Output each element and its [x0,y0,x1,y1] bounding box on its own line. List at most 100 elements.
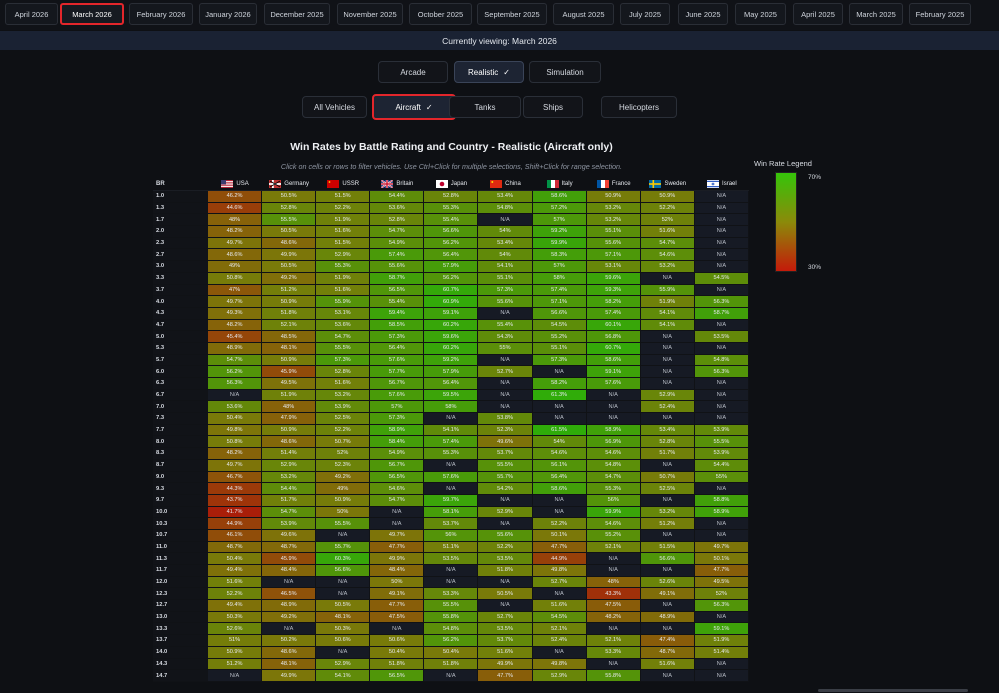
win-rate-cell[interactable]: 49.6% [262,529,317,542]
win-rate-cell[interactable]: 56.2% [208,366,263,378]
win-rate-cell[interactable]: N/A [208,670,263,682]
win-rate-cell[interactable]: 47.7% [694,565,749,577]
win-rate-cell[interactable]: N/A [478,378,533,390]
br-label[interactable]: 2.3 [153,237,208,250]
win-rate-cell[interactable]: 50.5% [262,226,317,238]
win-rate-cell[interactable]: N/A [640,600,695,612]
win-rate-cell[interactable]: N/A [694,529,749,542]
win-rate-cell[interactable]: 53.7% [478,448,533,460]
br-label[interactable]: 4.0 [153,296,208,308]
win-rate-cell[interactable]: 49.7% [694,541,749,554]
month-button-february-2026[interactable]: February 2026 [129,3,193,25]
win-rate-cell[interactable]: 50.9% [640,191,695,203]
win-rate-cell[interactable]: 53.9% [262,518,317,530]
win-rate-cell[interactable]: 44.9% [208,518,263,530]
win-rate-cell[interactable]: 55% [694,471,749,484]
win-rate-cell[interactable]: 56.6% [532,307,587,320]
win-rate-cell[interactable]: 51.9% [640,296,695,308]
win-rate-cell[interactable]: 59.4% [370,307,425,320]
win-rate-cell[interactable]: 44.6% [208,202,263,215]
win-rate-cell[interactable]: 54.1% [316,670,371,682]
win-rate-cell[interactable]: 54.4% [694,459,749,472]
win-rate-cell[interactable]: 54% [532,436,587,449]
br-label[interactable]: 5.7 [153,354,208,367]
win-rate-cell[interactable]: N/A [424,413,479,425]
win-rate-cell[interactable]: 57.9% [424,366,479,378]
br-label[interactable]: 13.7 [153,635,208,647]
br-label[interactable]: 12.0 [153,576,208,589]
win-rate-cell[interactable]: 52.8% [262,202,317,215]
win-rate-cell[interactable]: 49.1% [370,588,425,601]
br-label[interactable]: 5.0 [153,331,208,343]
win-rate-cell[interactable]: 47.5% [370,611,425,624]
win-rate-cell[interactable]: N/A [694,483,749,495]
br-label[interactable]: 3.0 [153,261,208,273]
win-rate-cell[interactable]: 49.7% [370,529,425,542]
win-rate-cell[interactable]: 58.2% [586,296,641,308]
win-rate-cell[interactable]: 52.9% [640,389,695,402]
win-rate-cell[interactable]: 59.6% [586,272,641,285]
win-rate-cell[interactable]: 53.4% [478,191,533,203]
win-rate-cell[interactable]: 51.1% [424,541,479,554]
table-row[interactable]: 14.3 51.2% 48.1% 52.9% 51.8% 51.8% 49.9% 49.8% N… [153,658,749,671]
win-rate-cell[interactable]: 48.1% [262,658,317,671]
win-rate-cell[interactable]: 48.1% [262,342,317,355]
win-rate-cell[interactable]: 59.7% [424,494,479,507]
win-rate-cell[interactable]: 55.3% [586,483,641,495]
win-rate-cell[interactable]: 56.3% [208,378,263,390]
win-rate-cell[interactable]: 54.5% [694,272,749,285]
win-rate-cell[interactable]: 49.8% [532,658,587,671]
win-rate-cell[interactable]: 52.7% [478,611,533,624]
win-rate-cell[interactable]: 48.9% [208,342,263,355]
table-row[interactable]: 2.7 48.6% 49.9% 52.9% 57.4% 56.4% 54% 58.3% 57.1… [153,249,749,262]
win-rate-cell[interactable]: N/A [532,506,587,519]
win-rate-cell[interactable]: 55.7% [478,471,533,484]
win-rate-cell[interactable]: N/A [370,518,425,530]
win-rate-cell[interactable]: N/A [586,658,641,671]
win-rate-cell[interactable]: N/A [694,191,749,203]
win-rate-cell[interactable]: 56.2% [424,635,479,647]
win-rate-cell[interactable]: 48.5% [262,331,317,343]
win-rate-cell[interactable]: 51% [208,635,263,647]
table-row[interactable]: 2.0 48.2% 50.5% 51.6% 54.7% 56.6% 54% 59.2% 55.1… [153,226,749,238]
win-rate-cell[interactable]: N/A [586,553,641,565]
win-rate-cell[interactable]: N/A [478,307,533,320]
table-row[interactable]: 11.3 50.4% 45.9% 60.3% 49.9% 53.5% 53.5% 44.9% N… [153,553,749,565]
table-row[interactable]: 12.7 49.4% 48.9% 50.5% 47.7% 55.5% N/A 51.6% 47.… [153,600,749,612]
br-label[interactable]: 11.0 [153,541,208,554]
br-label[interactable]: 5.3 [153,342,208,355]
win-rate-cell[interactable]: 58.6% [532,191,587,203]
win-rate-cell[interactable]: N/A [640,529,695,542]
win-rate-cell[interactable]: 51.2% [208,658,263,671]
win-rate-cell[interactable]: 54.4% [262,483,317,495]
win-rate-cell[interactable]: N/A [532,366,587,378]
win-rate-cell[interactable]: 50.4% [208,413,263,425]
win-rate-cell[interactable]: 57.3% [532,354,587,367]
win-rate-cell[interactable]: 55.6% [478,296,533,308]
win-rate-cell[interactable]: 48.6% [208,249,263,262]
br-label[interactable]: 13.0 [153,611,208,624]
win-rate-cell[interactable]: 58% [532,272,587,285]
horizontal-scrollbar[interactable] [818,689,968,692]
win-rate-cell[interactable]: 52.7% [478,366,533,378]
win-rate-cell[interactable]: 51.6% [208,576,263,589]
win-rate-cell[interactable]: 50.9% [208,646,263,659]
win-rate-cell[interactable]: 56.7% [370,378,425,390]
win-rate-cell[interactable]: 55.9% [640,284,695,297]
win-rate-cell[interactable]: 50.9% [262,354,317,367]
win-rate-cell[interactable]: 58.9% [586,424,641,437]
month-button-june-2025[interactable]: June 2025 [678,3,728,25]
win-rate-cell[interactable]: 52.8% [316,366,371,378]
win-rate-cell[interactable]: N/A [694,518,749,530]
win-rate-cell[interactable]: 51.6% [640,226,695,238]
win-rate-cell[interactable]: 47.9% [262,413,317,425]
win-rate-cell[interactable]: 53.7% [478,635,533,647]
win-rate-cell[interactable]: 55.5% [694,436,749,449]
win-rate-cell[interactable]: 49.4% [208,600,263,612]
table-row[interactable]: 12.3 52.2% 46.5% N/A 49.1% 53.3% 50.5% N/A 43.3%… [153,588,749,601]
win-rate-cell[interactable]: 54.9% [370,237,425,250]
win-rate-cell[interactable]: 49.9% [478,658,533,671]
win-rate-cell[interactable]: 54.1% [640,307,695,320]
win-rate-cell[interactable]: 55.6% [478,529,533,542]
win-rate-cell[interactable]: 55% [478,342,533,355]
